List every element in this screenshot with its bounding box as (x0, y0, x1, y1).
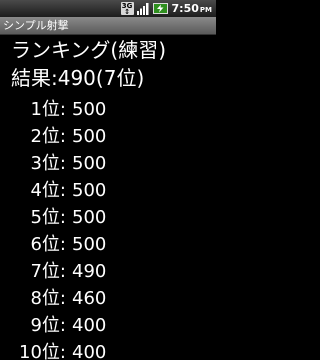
rank-label: 2位: (30, 126, 66, 147)
rank-label: 6位: (30, 234, 66, 255)
rank-score: 500 (72, 99, 107, 120)
clock-time: 7:50 (171, 2, 199, 15)
network-activity-label: ↕ (124, 7, 130, 16)
ranking-row: 8位: 460 (0, 286, 216, 312)
ranking-row: 9位: 400 (0, 313, 216, 339)
rank-label: 10位: (19, 342, 66, 360)
result-text: 結果:490(7位) (11, 66, 145, 90)
rank-score: 500 (72, 234, 107, 255)
screen: 3G ↕ 7:50PM シンプル射撃 ランキング(練習) 結果:490(7位) (0, 0, 216, 360)
rank-score: 500 (72, 207, 107, 228)
rank-score: 400 (72, 342, 107, 360)
rank-score: 500 (72, 126, 107, 147)
rank-label: 9位: (30, 315, 66, 336)
rank-score: 500 (72, 153, 107, 174)
clock-ampm: PM (199, 6, 212, 14)
ranking-row: 6位: 500 (0, 232, 216, 258)
rank-label: 8位: (30, 288, 66, 309)
ranking-row: 3位: 500 (0, 151, 216, 177)
rank-label: 7位: (30, 261, 66, 282)
ranking-row: 5位: 500 (0, 205, 216, 231)
status-clock: 7:50PM (172, 2, 212, 15)
status-bar: 3G ↕ 7:50PM (0, 0, 216, 17)
rank-score: 460 (72, 288, 107, 309)
rank-score: 400 (72, 315, 107, 336)
ranking-row: 4位: 500 (0, 178, 216, 204)
rank-label: 3位: (30, 153, 66, 174)
app-title-bar: シンプル射撃 (0, 17, 216, 35)
rank-score: 500 (72, 180, 107, 201)
ranking-row: 10位: 400 (0, 340, 216, 360)
ranking-heading: ランキング(練習) (11, 38, 167, 62)
rank-label: 1位: (30, 99, 66, 120)
battery-charging-icon (152, 2, 168, 15)
rank-label: 5位: (30, 207, 66, 228)
rank-score: 490 (72, 261, 107, 282)
ranking-row: 7位: 490 (0, 259, 216, 285)
rank-label: 4位: (30, 180, 66, 201)
network-3g-icon: 3G ↕ (120, 2, 134, 16)
ranking-row: 2位: 500 (0, 124, 216, 150)
ranking-row: 1位: 500 (0, 97, 216, 123)
signal-icon (136, 2, 150, 15)
app-title: シンプル射撃 (3, 19, 69, 32)
